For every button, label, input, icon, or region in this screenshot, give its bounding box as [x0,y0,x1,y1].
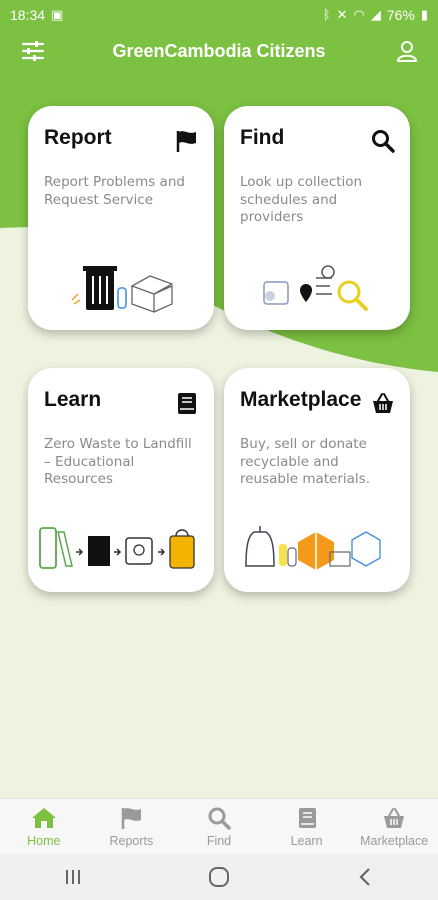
card-description: Look up collection schedules and provide… [240,174,363,225]
report-card[interactable]: Report Report Problems and Request Servi… [28,106,214,330]
nav-label: Find [206,834,232,848]
nav-home[interactable]: Home [0,799,88,855]
nav-find[interactable]: Find [175,799,263,855]
notification-icon: ▣ [51,7,64,23]
app-title: GreenCambodia Citizens [112,40,326,61]
search-icon [372,130,395,153]
app-header: GreenCambodia Citizens [0,30,438,72]
user-icon [397,41,417,62]
find-card[interactable]: Find Look up collection schedules and pr… [224,106,410,330]
nav-learn[interactable]: Learn [263,799,351,855]
back-button[interactable] [345,857,385,897]
filter-menu-button[interactable] [18,36,48,66]
status-bar: 18:34 ▣ ᛒ ✕ ◠ ◢ 76% ▮ [0,0,438,30]
nav-label: Reports [109,834,154,848]
trash-bin-illustration [71,266,174,313]
nav-label: Learn [290,834,323,848]
basket-icon [373,393,393,413]
status-time: 18:34 [10,7,46,23]
recent-apps-icon [66,870,80,884]
recent-apps-button[interactable] [53,857,93,897]
flag-icon [122,808,142,829]
map-search-illustration [263,265,368,311]
sliders-icon [21,41,45,61]
learn-card[interactable]: Learn Zero Waste to Landfill – Education… [28,368,214,592]
card-description: Zero Waste to Landfill – Educational Res… [44,436,192,487]
card-description: Buy, sell or donate recyclable and reusa… [240,436,371,487]
search-icon [208,807,231,830]
book-icon [178,393,196,414]
basket-icon [384,808,405,828]
battery-icon: ▮ [420,7,428,23]
profile-button[interactable] [392,36,422,66]
home-icon [31,808,56,828]
back-icon [359,868,370,886]
recycling-process-illustration [39,527,195,569]
flag-icon [176,131,196,152]
marketplace-card[interactable]: Marketplace Buy, sell or donate recyclab… [224,368,410,592]
nav-marketplace[interactable]: Marketplace [350,799,438,855]
home-circle-icon [209,867,229,887]
bluetooth-icon: ᛒ [322,7,331,23]
nav-label: Marketplace [360,834,429,848]
signal-icon: ◢ [370,7,381,23]
mute-icon: ✕ [336,7,348,23]
wifi-icon: ◠ [353,7,365,23]
nav-label: Home [27,834,61,848]
book-icon [298,808,316,828]
card-description: Report Problems and Request Service [44,174,185,208]
home-system-button[interactable] [199,857,239,897]
battery-percent: 76% [386,7,415,23]
marketplace-items-illustration [245,526,381,570]
bottom-navigation: Home Reports Find Learn Marketplace [0,798,438,855]
nav-reports[interactable]: Reports [88,799,176,855]
system-navigation-bar [0,854,438,900]
